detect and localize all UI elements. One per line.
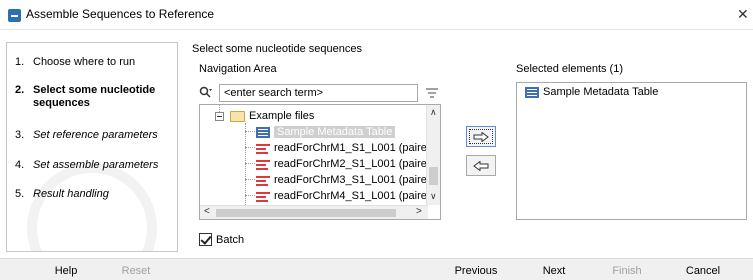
scroll-down-icon[interactable]: ∨ bbox=[430, 191, 437, 202]
selected-item-label: Sample Metadata Table bbox=[543, 86, 659, 98]
step-number: 4. bbox=[15, 159, 25, 171]
batch-option[interactable]: Batch bbox=[199, 233, 244, 246]
batch-label: Batch bbox=[216, 233, 245, 246]
tree-connector bbox=[245, 179, 255, 180]
app-icon bbox=[8, 9, 21, 22]
navigation-tree[interactable]: Example files Sample Metadata Table read… bbox=[199, 104, 441, 220]
sequence-list-icon bbox=[256, 175, 270, 186]
title-bar: Assemble Sequences to Reference ✕ bbox=[0, 0, 753, 30]
tree-connector bbox=[219, 105, 220, 112]
scrollbar-thumb[interactable] bbox=[216, 209, 396, 217]
remove-from-selection-button[interactable] bbox=[466, 155, 496, 176]
tree-connector bbox=[245, 147, 255, 148]
step-number: 1. bbox=[15, 56, 25, 68]
folder-icon bbox=[230, 110, 245, 122]
metadata-table-icon bbox=[256, 126, 270, 138]
sequence-list-icon bbox=[256, 143, 270, 154]
step-choose-where-to-run: 1. Choose where to run bbox=[15, 56, 135, 68]
scroll-up-icon[interactable]: ∧ bbox=[430, 107, 437, 118]
batch-checkbox[interactable] bbox=[199, 233, 212, 246]
decorative-watermark bbox=[27, 163, 157, 251]
step-select-sequences: 2. Select some nucleotide sequences bbox=[15, 84, 163, 110]
tree-item-label: readForChrM4_S1_L001 (paired) bbox=[274, 190, 437, 202]
sequence-list-icon bbox=[256, 191, 270, 202]
collapse-toggle-icon[interactable] bbox=[215, 112, 224, 121]
close-icon[interactable]: ✕ bbox=[737, 6, 749, 23]
tree-item-sample-metadata-table[interactable]: Sample Metadata Table bbox=[256, 124, 396, 140]
scroll-right-icon[interactable]: > bbox=[416, 206, 422, 217]
step-number: 2. bbox=[15, 84, 25, 96]
tree-item-label: readForChrM1_S1_L001 (paired) bbox=[274, 142, 437, 154]
tree-vertical-scrollbar[interactable]: ∧ ∨ bbox=[426, 105, 440, 205]
step-label: Result handling bbox=[33, 188, 109, 200]
tree-item-label: readForChrM2_S1_L001 (paired) bbox=[274, 158, 437, 170]
step-set-reference-parameters: 3. Set reference parameters bbox=[15, 129, 158, 141]
search-row bbox=[199, 84, 441, 102]
step-label: Choose where to run bbox=[33, 56, 136, 68]
tree-connector bbox=[245, 131, 255, 132]
tree-item-readforchrm1[interactable]: readForChrM1_S1_L001 (paired) bbox=[256, 140, 437, 156]
window-title: Assemble Sequences to Reference bbox=[26, 7, 215, 21]
navigation-area-label: Navigation Area bbox=[199, 63, 277, 75]
step-set-assemble-parameters: 4. Set assemble parameters bbox=[15, 159, 158, 171]
step-result-handling: 5. Result handling bbox=[15, 188, 109, 200]
metadata-table-icon bbox=[525, 86, 539, 98]
tree-item-label: Sample Metadata Table bbox=[274, 126, 396, 138]
tree-connector bbox=[245, 163, 255, 164]
step-label: Set reference parameters bbox=[33, 129, 158, 141]
filter-icon[interactable] bbox=[425, 87, 439, 99]
tree-item-readforchrm4[interactable]: readForChrM4_S1_L001 (paired) bbox=[256, 188, 437, 204]
tree-folder-label: Example files bbox=[249, 110, 315, 122]
help-button[interactable]: Help bbox=[36, 262, 96, 280]
step-label: Select some nucleotide sequences bbox=[33, 84, 156, 109]
finish-button[interactable]: Finish bbox=[597, 262, 657, 280]
selected-elements-label: Selected elements (1) bbox=[516, 63, 623, 75]
cancel-button[interactable]: Cancel bbox=[670, 262, 736, 280]
tree-item-readforchrm2[interactable]: readForChrM2_S1_L001 (paired) bbox=[256, 156, 437, 172]
step-number: 5. bbox=[15, 188, 25, 200]
tree-folder-example-files[interactable]: Example files bbox=[230, 108, 314, 124]
reset-button[interactable]: Reset bbox=[106, 262, 166, 280]
instruction-text: Select some nucleotide sequences bbox=[192, 43, 362, 55]
search-icon[interactable] bbox=[199, 86, 213, 100]
step-number: 3. bbox=[15, 129, 25, 141]
scroll-left-icon[interactable]: < bbox=[204, 206, 210, 217]
arrow-left-icon bbox=[473, 160, 489, 171]
search-input[interactable] bbox=[219, 84, 418, 102]
arrow-right-icon bbox=[473, 131, 489, 142]
scrollbar-thumb[interactable] bbox=[429, 167, 438, 185]
selected-elements-list[interactable]: Sample Metadata Table bbox=[516, 82, 747, 220]
step-label: Set assemble parameters bbox=[33, 159, 159, 171]
previous-button[interactable]: Previous bbox=[443, 262, 509, 280]
selected-item-sample-metadata-table[interactable]: Sample Metadata Table bbox=[525, 86, 658, 98]
add-to-selection-button[interactable] bbox=[466, 126, 496, 147]
tree-horizontal-scrollbar[interactable]: < > bbox=[200, 205, 428, 219]
tree-connector bbox=[245, 195, 255, 196]
tree-item-label: readForChrM3_S1_L001 (paired) bbox=[274, 174, 437, 186]
tree-item-readforchrm3[interactable]: readForChrM3_S1_L001 (paired) bbox=[256, 172, 437, 188]
wizard-steps-panel: 1. Choose where to run 2. Select some nu… bbox=[6, 42, 178, 252]
sequence-list-icon bbox=[256, 159, 270, 170]
next-button[interactable]: Next bbox=[524, 262, 584, 280]
